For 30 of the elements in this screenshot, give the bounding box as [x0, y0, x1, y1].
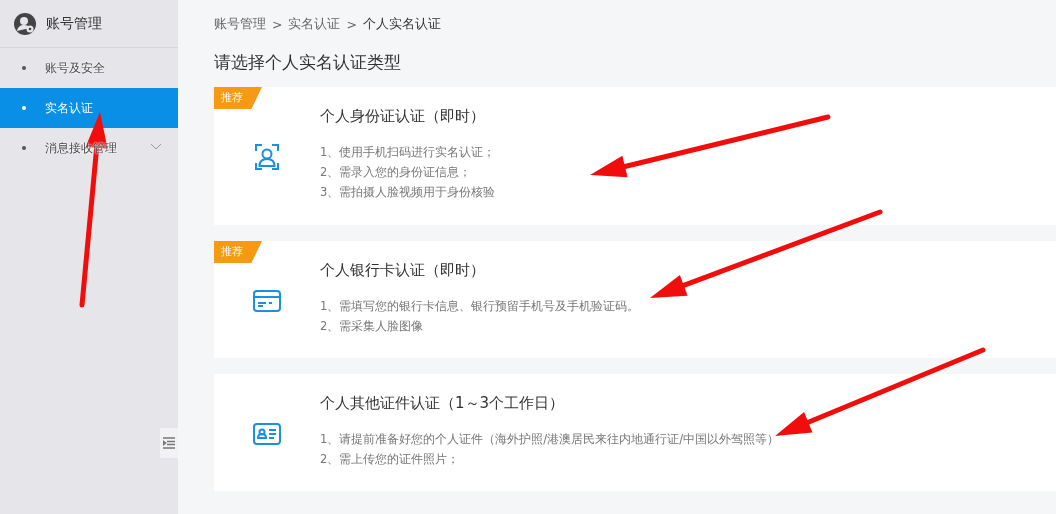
recommended-badge: 推荐: [214, 241, 262, 263]
user-settings-icon: [14, 12, 36, 35]
breadcrumb-item[interactable]: 账号管理: [214, 15, 266, 33]
menu-collapse-icon: [163, 437, 175, 449]
option-card[interactable]: 推荐 个人银行卡认证（即时） 1、需填写您的银行卡信息、银行预留手机号及手机验证码。 2、需采集人脸图像: [214, 241, 1056, 358]
option-card[interactable]: 推荐 个人身份证认证（即时） 1、使用手机扫码进行实名认证； 2、需录入您的身份证信息； 3、需拍摄人脸视频用于身份核验: [214, 87, 1056, 225]
breadcrumb-item: 个人实名认证: [362, 15, 441, 33]
sidebar-item[interactable]: 账号及安全: [0, 48, 178, 88]
recommended-badge: 推荐: [214, 87, 262, 109]
option-description: 2、需录入您的身份证信息；: [320, 164, 473, 181]
option-description: 2、需采集人脸图像: [320, 318, 425, 335]
option-title: 个人其他证件认证（1～3个工作日）: [320, 394, 566, 413]
breadcrumb-separator: >: [346, 16, 357, 32]
option-card[interactable]: 个人其他证件认证（1～3个工作日） 1、请提前准备好您的个人证件（海外护照/港澳居民来往内地通行证/中国以外驾照等） 2、需上传您的证件照片；: [214, 374, 1056, 491]
bank-card-icon: [253, 289, 281, 312]
face-scan-icon: [255, 144, 279, 170]
option-description: 2、需上传您的证件照片；: [320, 451, 461, 468]
option-title: 个人身份证认证（即时）: [320, 107, 486, 126]
collapse-handle[interactable]: [160, 428, 178, 458]
option-description: 1、需填写您的银行卡信息、银行预留手机号及手机验证码。: [320, 298, 640, 315]
breadcrumb-separator: >: [272, 16, 283, 32]
id-card-icon: [253, 422, 281, 445]
option-title: 个人银行卡认证（即时）: [320, 261, 486, 280]
breadcrumb-item[interactable]: 实名认证: [288, 15, 341, 33]
option-description: 1、请提前准备好您的个人证件（海外护照/港澳居民来往内地通行证/中国以外驾照等）: [320, 431, 780, 448]
sidebar-title: 账号管理: [46, 14, 102, 33]
option-description: 1、使用手机扫码进行实名认证；: [320, 144, 496, 161]
sidebar-item[interactable]: 消息接收管理: [0, 128, 178, 168]
page-heading: 请选择个人实名认证类型: [214, 52, 402, 74]
option-description: 3、需拍摄人脸视频用于身份核验: [320, 184, 496, 201]
